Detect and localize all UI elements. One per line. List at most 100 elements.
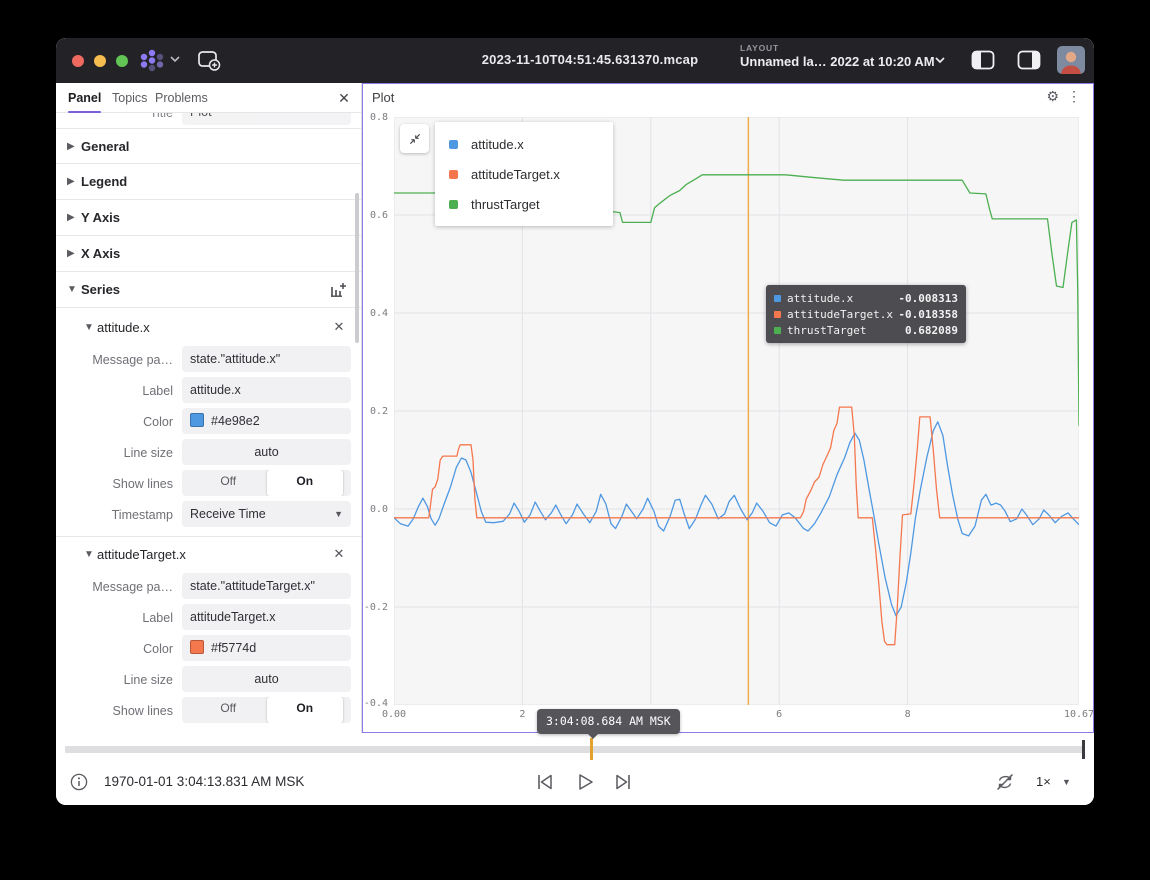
settings-sidebar: Panel Topics Problems ✕ Title Plot ▶ Gen…: [56, 83, 362, 733]
color-row: Color #f5774d: [56, 633, 361, 664]
legend-item-attitude-x[interactable]: attitude.x: [435, 129, 613, 159]
zoom-window-button[interactable]: [116, 55, 128, 67]
titlebar: 2023-11-10T04:51:45.631370.mcap LAYOUT U…: [56, 38, 1094, 83]
panel-title: Plot: [372, 90, 394, 105]
series-attitude-x-header[interactable]: ▼ attitude.x ✕: [56, 310, 361, 344]
layout-label: LAYOUT: [740, 43, 935, 53]
line-size-row: Line size auto: [56, 664, 361, 695]
seek-bar[interactable]: [65, 746, 1085, 753]
tab-problems[interactable]: Problems: [155, 83, 208, 113]
y-tick: -0.2: [361, 602, 388, 613]
seek-to-start-button[interactable]: [534, 772, 556, 792]
legend-collapse-button[interactable]: [400, 124, 429, 153]
line-size-input[interactable]: auto: [182, 666, 351, 692]
message-path-row: Message pa… state."attitudeTarget.x": [56, 571, 361, 602]
data-source-title[interactable]: 2023-11-10T04:51:45.631370.mcap: [425, 52, 755, 67]
user-avatar[interactable]: [1057, 46, 1085, 74]
seek-to-end-button[interactable]: [612, 772, 634, 792]
show-lines-on-button[interactable]: On: [267, 470, 344, 496]
minimize-window-button[interactable]: [94, 55, 106, 67]
current-timestamp[interactable]: 1970-01-01 3:04:13.831 AM MSK: [104, 774, 304, 789]
label-input[interactable]: attitude.x: [182, 377, 351, 403]
loop-off-icon[interactable]: [994, 772, 1016, 792]
tab-panel[interactable]: Panel: [68, 83, 101, 113]
show-lines-off-button[interactable]: Off: [190, 470, 267, 496]
show-lines-off-button[interactable]: Off: [190, 697, 267, 723]
show-lines-row: Show lines Off On: [56, 695, 361, 726]
message-path-input[interactable]: state."attitude.x": [182, 346, 351, 372]
panel-settings-gear-icon[interactable]: ⚙: [1046, 88, 1059, 105]
x-axis-ticks: 0.00 2 4 6 8 10.67: [394, 709, 1079, 723]
playback-speed[interactable]: 1×: [1036, 774, 1051, 789]
chevron-right-icon: ▶: [67, 248, 81, 259]
series-color-swatch: [449, 200, 458, 209]
sidebar-scrollbar[interactable]: [355, 193, 359, 343]
app-logo-icon[interactable]: [140, 49, 164, 72]
section-legend[interactable]: ▶ Legend: [56, 164, 361, 200]
plot-legend: attitude.x attitudeTarget.x thrustTarget: [435, 122, 613, 226]
sidebar-scroll-area[interactable]: Title Plot ▶ General ▶ Legend ▶ Y Axis ▶: [56, 113, 361, 732]
layout-menu[interactable]: LAYOUT Unnamed la… 2022 at 10:20 AM: [740, 43, 935, 69]
color-input[interactable]: #f5774d: [182, 635, 351, 661]
seek-bar-end-marker: [1082, 740, 1085, 759]
plot-panel[interactable]: Plot ⚙ ⋮ 0.8 0.6 0.4 0.2 0.0 -0.2 -0.4: [362, 83, 1094, 733]
color-swatch[interactable]: [190, 640, 204, 654]
y-axis-ticks: 0.8 0.6 0.4 0.2 0.0 -0.2 -0.4: [363, 117, 390, 705]
message-path-input[interactable]: state."attitudeTarget.x": [182, 573, 351, 599]
tooltip-row: attitudeTarget.x -0.018358: [774, 306, 958, 322]
y-tick: 0.6: [361, 210, 388, 221]
close-window-button[interactable]: [72, 55, 84, 67]
message-path-row: Message pa… state."attitude.x": [56, 344, 361, 375]
series-color-swatch: [774, 295, 781, 302]
color-swatch[interactable]: [190, 413, 204, 427]
series-attitude-target-x-header[interactable]: ▼ attitudeTarget.x ✕: [56, 537, 361, 571]
hover-time-tooltip: 3:04:08.684 AM MSK: [537, 709, 680, 734]
label-input[interactable]: attitudeTarget.x: [182, 604, 351, 630]
app-menu-chevron-icon[interactable]: [169, 55, 181, 63]
x-tick: 6: [776, 709, 782, 720]
plot-chart-area[interactable]: attitude.x attitudeTarget.x thrustTarget: [394, 117, 1079, 705]
section-x-axis[interactable]: ▶ X Axis: [56, 236, 361, 272]
sidebar-close-icon[interactable]: ✕: [336, 90, 352, 106]
timestamp-select[interactable]: Receive Time ▼: [182, 501, 351, 527]
remove-series-icon[interactable]: ✕: [331, 546, 347, 562]
tab-topics[interactable]: Topics: [112, 83, 147, 113]
add-series-icon[interactable]: [329, 281, 347, 299]
show-lines-on-button[interactable]: On: [267, 697, 344, 723]
chevron-right-icon: ▶: [67, 141, 81, 152]
section-general[interactable]: ▶ General: [56, 128, 361, 164]
x-tick: 8: [905, 709, 911, 720]
title-field-input[interactable]: Plot: [182, 113, 351, 125]
x-tick: 0.00: [382, 709, 406, 720]
y-tick: -0.4: [361, 698, 388, 709]
panel-header: Plot ⚙ ⋮: [363, 84, 1093, 110]
show-lines-toggle: Off On: [182, 470, 351, 496]
y-tick: 0.8: [361, 112, 388, 123]
legend-item-thrust-target[interactable]: thrustTarget: [435, 189, 613, 219]
series-line-attitude.x: [394, 422, 1079, 616]
layout-menu-chevron-icon[interactable]: [934, 56, 946, 64]
timestamp-row: Timestamp Receive Time ▼: [56, 499, 361, 530]
section-y-axis[interactable]: ▶ Y Axis: [56, 200, 361, 236]
line-size-input[interactable]: auto: [182, 439, 351, 465]
section-series[interactable]: ▼ Series: [56, 272, 361, 308]
chevron-down-icon: ▼: [67, 284, 81, 295]
remove-series-icon[interactable]: ✕: [331, 319, 347, 335]
chevron-down-icon[interactable]: ▼: [1062, 777, 1071, 787]
x-tick: 10.67: [1064, 709, 1094, 720]
info-icon[interactable]: [70, 773, 88, 791]
show-lines-row: Show lines Off On: [56, 468, 361, 499]
panel-more-menu-icon[interactable]: ⋮: [1067, 88, 1081, 105]
series-color-swatch: [774, 327, 781, 334]
play-button[interactable]: [574, 772, 596, 792]
right-sidebar-toggle-icon[interactable]: [1017, 50, 1041, 70]
left-sidebar-toggle-icon[interactable]: [971, 50, 995, 70]
collapse-arrows-icon: [407, 131, 423, 147]
add-panel-icon[interactable]: [196, 49, 222, 72]
series-color-swatch: [449, 140, 458, 149]
title-field-row: Title Plot: [56, 113, 361, 128]
y-tick: 0.0: [361, 504, 388, 515]
color-row: Color #4e98e2: [56, 406, 361, 437]
color-input[interactable]: #4e98e2: [182, 408, 351, 434]
legend-item-attitude-target-x[interactable]: attitudeTarget.x: [435, 159, 613, 189]
